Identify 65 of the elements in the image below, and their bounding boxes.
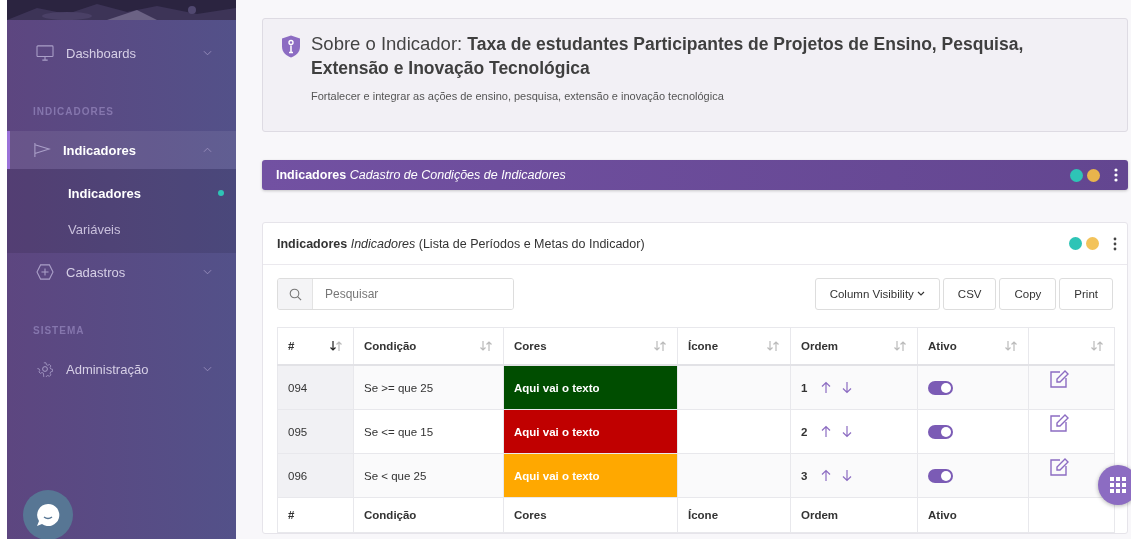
toolbar-button[interactable]: Column Visibility: [814, 278, 940, 310]
search-icon: [288, 287, 302, 301]
item-label: Indicadores: [63, 142, 137, 158]
sidebar-item[interactable]: Administração: [7, 350, 236, 388]
column-footer: Ativo: [917, 497, 1029, 533]
color-cell: Aqui vai o texto: [503, 453, 678, 498]
item-label: Cadastros: [66, 264, 127, 280]
search-field[interactable]: Pesquisar: [277, 278, 514, 310]
edit-icon[interactable]: [1049, 458, 1069, 476]
shield-info-icon: [281, 34, 301, 59]
color-cell: Aqui vai o texto: [503, 409, 678, 454]
submenu-item[interactable]: Indicadores: [7, 175, 236, 211]
chevron-down-icon: [203, 269, 212, 275]
order-number: 1: [801, 381, 808, 394]
table-cell: 096: [277, 453, 354, 498]
table-cell: Se < que 25: [353, 453, 504, 498]
active-dot-icon: [218, 190, 224, 196]
column-footer: Ordem: [790, 497, 918, 533]
toolbar-button[interactable]: Copy: [999, 278, 1057, 310]
column-footer: Cores: [503, 497, 678, 533]
caret-icon: [916, 291, 925, 297]
edit-icon[interactable]: [1049, 414, 1069, 432]
edit-icon[interactable]: [1049, 370, 1069, 388]
arrow-down-icon[interactable]: [841, 425, 854, 438]
item-label: Dashboards: [66, 45, 138, 61]
sidebar-item[interactable]: Indicadores: [7, 131, 236, 169]
more-icon[interactable]: [1114, 168, 1118, 182]
color-cell: Aqui vai o texto: [503, 365, 678, 410]
chat-bubble-icon: [35, 502, 61, 528]
table-cell: Se <= que 15: [353, 409, 504, 454]
flag-icon: [33, 142, 51, 158]
chevron-down-icon: [203, 366, 212, 372]
chat-button[interactable]: [23, 490, 73, 539]
chevron-up-icon: [203, 147, 212, 153]
item-label: Administração: [66, 361, 150, 377]
column-footer: Condição: [353, 497, 504, 533]
arrow-up-icon[interactable]: [820, 425, 833, 438]
monitor-icon: [36, 45, 54, 61]
header-title: Indicadores Cadastro de Condições de Indicadores: [276, 168, 566, 182]
order-number: 2: [801, 425, 808, 438]
plus-icon: [36, 264, 54, 280]
active-toggle[interactable]: [928, 380, 953, 395]
table-cell: 094: [277, 365, 354, 410]
order-number: 3: [801, 469, 808, 482]
arrow-up-icon[interactable]: [820, 381, 833, 394]
chevron-down-icon: [203, 50, 212, 56]
indicator-description: Fortalecer e integrar as ações de ensino, pesquisa, extensão e inovação tecnológica: [311, 90, 725, 103]
active-toggle[interactable]: [928, 468, 953, 483]
indicator-title: Sobre o Indicador: Taxa de estudantes Participantes de Projetos de Ensino, Pesquisa, Extensão e Inovação Tecnológica: [311, 32, 1025, 81]
table-cell: Se >= que 25: [353, 365, 504, 410]
grid-icon: [1110, 477, 1126, 493]
active-toggle[interactable]: [928, 424, 953, 439]
toolbar-button[interactable]: Print: [1059, 278, 1113, 310]
arrow-up-icon[interactable]: [820, 469, 833, 482]
table-cell: 095: [277, 409, 354, 454]
submenu-item[interactable]: Variáveis: [7, 211, 236, 247]
toolbar-button[interactable]: CSV: [942, 278, 997, 310]
card-title: Indicadores Indicadores (Lista de Períodos e Metas do Indicador): [277, 236, 645, 251]
sidebar-item[interactable]: Dashboards: [7, 34, 236, 72]
column-footer: Ícone: [677, 497, 791, 533]
column-footer: #: [277, 497, 354, 533]
sidebar-item[interactable]: Cadastros: [7, 253, 236, 291]
arrow-down-icon[interactable]: [841, 469, 854, 482]
arrow-down-icon[interactable]: [841, 381, 854, 394]
more-icon[interactable]: [1113, 236, 1117, 251]
